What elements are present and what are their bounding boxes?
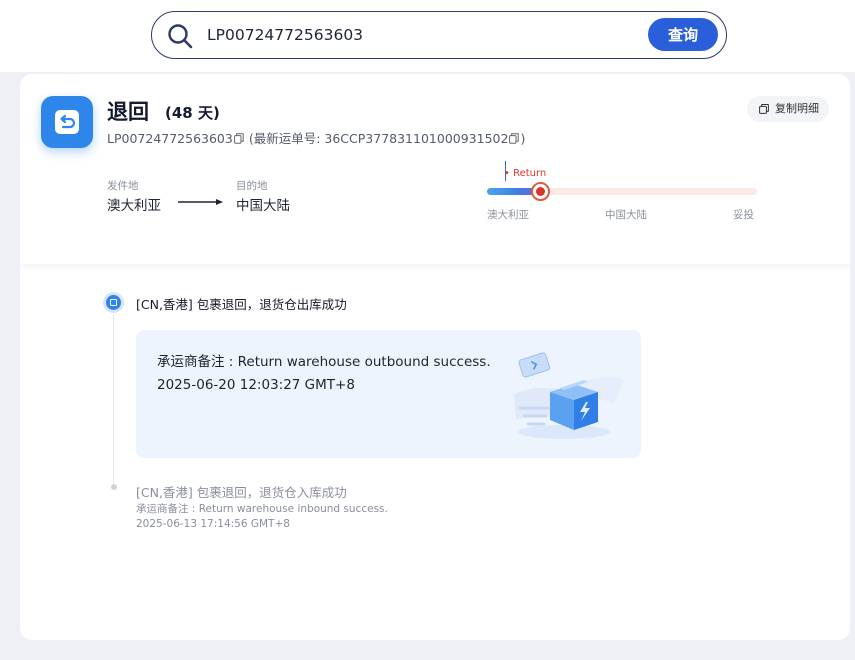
progress-stop-origin: 澳大利亚 [487, 209, 529, 221]
status-title: 退回 [107, 100, 149, 124]
status-days: (48 天) [165, 104, 220, 122]
footer-strip [0, 644, 855, 660]
event-note: 承运商备注 : Return warehouse outbound succes… [157, 354, 491, 370]
latest-waybill: (最新运单号: 36CCP377831101000931502 [248, 131, 509, 146]
tracking-search-input[interactable] [207, 21, 627, 49]
shipment-card: 退回 (48 天) 复制明细 LP00724772563603 (最新运单号: … [20, 74, 850, 640]
search-icon[interactable] [166, 22, 194, 50]
origin-label: 发件地 [107, 180, 139, 192]
search-header: 查询 [0, 0, 855, 72]
parcel-illustration-icon [514, 352, 624, 439]
copy-waybill-icon[interactable] [509, 133, 520, 144]
copy-details-button[interactable]: 复制明细 [747, 96, 829, 122]
event-time: 2025-06-13 17:14:56 GMT+8 [136, 518, 290, 530]
event-past-icon [111, 484, 117, 490]
copy-icon [759, 104, 769, 114]
copy-details-label: 复制明细 [775, 102, 819, 115]
header-divider [20, 264, 850, 272]
event-note: 承运商备注 : Return warehouse inbound success… [136, 503, 388, 515]
tracking-line: LP00724772563603 (最新运单号: 36CCP3778311010… [107, 128, 525, 147]
progress-stop-delivered: 妥投 [733, 209, 754, 221]
search-box: 查询 [151, 11, 727, 59]
tracking-number: LP00724772563603 [107, 131, 233, 146]
origin-value: 澳大利亚 [107, 198, 161, 214]
return-tag: • Return [504, 168, 547, 179]
destination-value: 中国大陆 [236, 198, 290, 214]
event-title: [CN,香港] 包裹退回，退货仓出库成功 [136, 297, 347, 312]
copy-tracking-icon[interactable] [233, 133, 244, 144]
destination-label: 目的地 [236, 180, 268, 192]
search-button[interactable]: 查询 [648, 18, 718, 51]
route-arrow-icon [178, 199, 223, 205]
return-icon [41, 96, 93, 148]
event-current-icon [103, 292, 124, 313]
latest-waybill-close: ) [520, 131, 526, 146]
event-time: 2025-06-20 12:03:27 GMT+8 [157, 377, 355, 393]
progress-marker-icon [531, 182, 550, 201]
event-detail-card: 承运商备注 : Return warehouse outbound succes… [136, 330, 641, 458]
event-title: [CN,香港] 包裹退回，退货仓入库成功 [136, 485, 347, 500]
progress-stop-destination: 中国大陆 [605, 209, 647, 221]
timeline-line [113, 314, 114, 489]
